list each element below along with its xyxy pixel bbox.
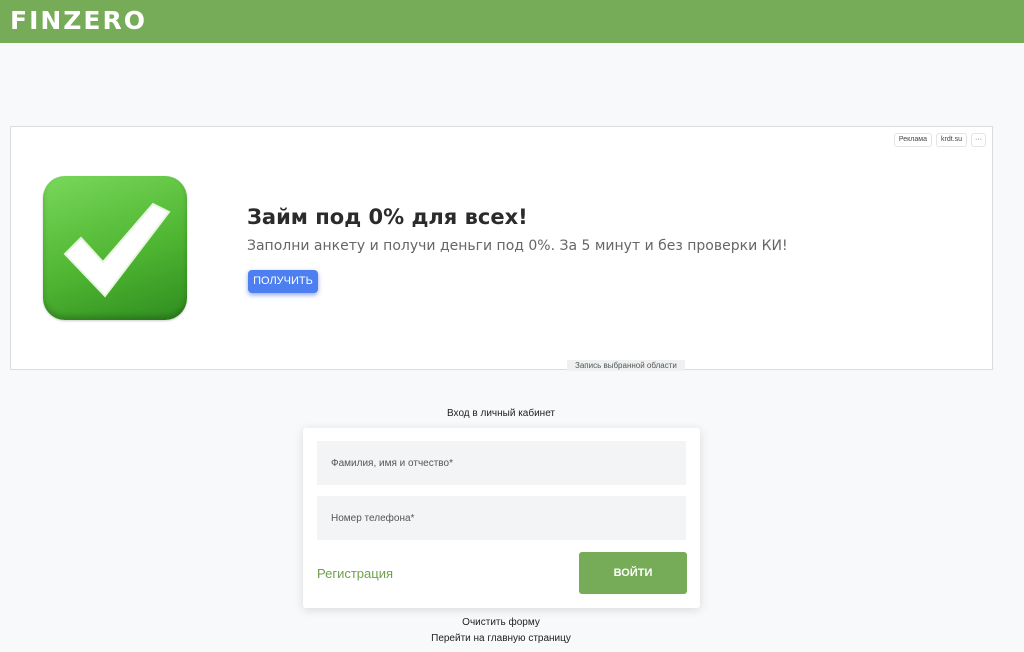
ad-title[interactable]: Займ под 0% для всех! [247, 205, 528, 229]
checkmark-icon[interactable] [43, 176, 187, 320]
login-form: Регистрация ВОЙТИ [303, 428, 700, 608]
ad-get-button[interactable]: ПОЛУЧИТЬ [248, 270, 318, 293]
ad-label-tag[interactable]: Реклама [893, 133, 932, 147]
ad-banner[interactable]: Реклама krdt.su ··· Займ под 0% для всех… [10, 126, 993, 371]
clear-form-link[interactable]: Очистить форму [0, 617, 1002, 628]
more-options-icon[interactable]: ··· [971, 133, 986, 147]
phone-input[interactable] [317, 496, 686, 540]
register-link[interactable]: Регистрация [317, 566, 393, 581]
ad-tags: Реклама krdt.su ··· [893, 133, 986, 147]
login-title: Вход в личный кабинет [447, 408, 555, 419]
record-area-label[interactable]: Запись выбранной области [567, 360, 685, 371]
home-page-link[interactable]: Перейти на главную страницу [0, 633, 1002, 644]
finzero-logo[interactable]: FINZERO [10, 6, 147, 35]
full-name-input[interactable] [317, 441, 686, 485]
site-header: FINZERO [0, 0, 1024, 43]
login-button[interactable]: ВОЙТИ [579, 552, 687, 594]
ad-description[interactable]: Заполни анкету и получи деньги под 0%. З… [247, 238, 788, 254]
ad-domain-tag[interactable]: krdt.su [935, 133, 967, 147]
